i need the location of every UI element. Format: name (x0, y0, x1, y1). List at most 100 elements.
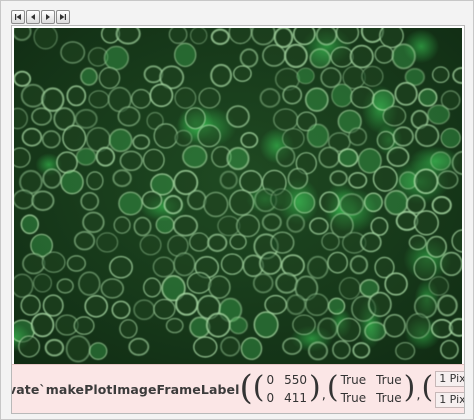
cell (41, 130, 61, 149)
cell (143, 277, 162, 298)
cell (306, 123, 330, 148)
cell (394, 81, 418, 106)
cell (336, 317, 361, 342)
cell (262, 44, 286, 67)
cell (304, 293, 330, 317)
cell (98, 66, 121, 89)
cell (320, 67, 342, 89)
cell (22, 252, 46, 275)
cell (66, 255, 87, 272)
range-cell: 0 (266, 391, 275, 405)
cell (14, 107, 29, 130)
cell (96, 232, 119, 253)
cell (405, 194, 426, 214)
cell (42, 168, 62, 189)
cell (42, 294, 64, 317)
cell (395, 341, 416, 360)
cell (115, 28, 141, 45)
cell (18, 335, 41, 358)
cell (130, 88, 152, 109)
cell (315, 28, 338, 46)
cell (330, 46, 354, 68)
cell (173, 42, 197, 68)
cell (408, 234, 427, 251)
cell (348, 171, 368, 189)
cell (165, 317, 184, 334)
cell (210, 63, 233, 88)
cell (391, 43, 416, 70)
cell (66, 85, 87, 107)
cell (73, 316, 95, 335)
cell (20, 294, 41, 316)
cell (382, 105, 407, 127)
function-name: vate`makePlotImageFrameLabel (12, 381, 240, 397)
cell (331, 83, 354, 108)
cell (431, 196, 452, 215)
cell (360, 232, 382, 253)
cell (174, 129, 193, 147)
cell (304, 87, 329, 112)
cell (152, 256, 175, 278)
cell (208, 275, 231, 299)
cell (413, 210, 439, 236)
cell (174, 87, 197, 109)
matrix-open: ( (421, 369, 434, 405)
cell (60, 170, 84, 195)
cell (275, 146, 296, 168)
cell (20, 214, 40, 235)
cell (31, 107, 53, 126)
manipulate-frame: vate`makePlotImageFrameLabel ( ( 0 550 0… (0, 0, 474, 420)
cell (186, 189, 207, 211)
cell (95, 146, 116, 167)
cell (363, 192, 383, 213)
skip-to-start-icon (15, 14, 21, 20)
cell (427, 104, 451, 125)
cell (414, 123, 440, 148)
cell (307, 341, 329, 361)
cell (376, 130, 395, 150)
cell (207, 233, 228, 252)
cell (14, 147, 31, 168)
cell (189, 232, 210, 252)
first-frame-button[interactable] (11, 10, 25, 24)
cell (374, 45, 394, 64)
cell (349, 255, 369, 275)
cell (226, 146, 250, 171)
cell (220, 336, 241, 357)
cell (56, 278, 74, 294)
cell (440, 251, 462, 277)
next-frame-button[interactable] (41, 10, 55, 24)
cell (186, 271, 212, 294)
cell (285, 294, 307, 316)
cell (348, 127, 368, 146)
cell (372, 165, 398, 192)
cell (100, 278, 125, 299)
cell (431, 66, 450, 84)
step-forward-icon (46, 14, 50, 20)
cell (103, 45, 130, 71)
last-frame-button[interactable] (56, 10, 70, 24)
cell (139, 234, 162, 256)
cell (73, 230, 96, 251)
cell (229, 233, 247, 250)
bool-cell: True (340, 391, 367, 405)
matrix-close: ) (309, 369, 321, 405)
bool-matrix: True True True True (339, 373, 404, 405)
previous-frame-button[interactable] (26, 10, 40, 24)
cell (368, 291, 392, 318)
cell (189, 28, 208, 45)
cell (261, 213, 282, 232)
cell (384, 189, 409, 216)
cell (193, 336, 218, 358)
cell (430, 151, 452, 171)
cell (119, 319, 138, 339)
cell (338, 277, 361, 300)
cell (210, 28, 230, 46)
cell (88, 90, 110, 109)
cell (349, 44, 374, 69)
cell (317, 317, 338, 340)
bool-cell: True (376, 391, 402, 405)
cell (309, 217, 329, 235)
cell (250, 28, 276, 46)
cell (273, 108, 299, 131)
